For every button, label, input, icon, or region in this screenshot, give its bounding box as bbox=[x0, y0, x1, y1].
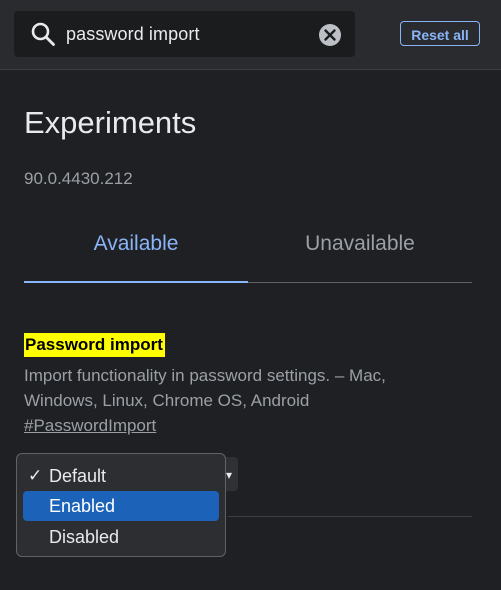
search-box[interactable]: password import bbox=[14, 11, 355, 57]
page-title: Experiments bbox=[24, 105, 197, 140]
flag-divider bbox=[228, 516, 472, 517]
chevron-down-icon: ▾ bbox=[226, 468, 233, 482]
flag-name: Password import bbox=[24, 333, 165, 357]
check-icon: ✓ bbox=[28, 466, 43, 485]
option-label: Default bbox=[49, 466, 107, 486]
tab-available[interactable]: Available bbox=[24, 232, 248, 256]
option-label: Disabled bbox=[49, 527, 120, 547]
option-default[interactable]: ✓ Default bbox=[23, 461, 219, 491]
active-tab-indicator bbox=[24, 281, 248, 283]
search-icon bbox=[31, 22, 55, 46]
flag-permalink[interactable]: #PasswordImport bbox=[24, 416, 156, 436]
flag-description: Import functionality in password setting… bbox=[24, 366, 386, 410]
reset-all-button[interactable]: Reset all bbox=[400, 21, 480, 46]
flag-options-menu: ✓ Default Enabled Disabled bbox=[16, 453, 226, 557]
option-enabled[interactable]: Enabled bbox=[23, 491, 219, 521]
clear-icon[interactable] bbox=[318, 23, 342, 47]
tab-unavailable[interactable]: Unavailable bbox=[248, 232, 472, 256]
option-label: Enabled bbox=[49, 496, 116, 516]
option-disabled[interactable]: Disabled bbox=[23, 522, 219, 552]
search-input[interactable]: password import bbox=[66, 24, 200, 45]
search-header: password import Reset all bbox=[0, 0, 501, 70]
version-label: 90.0.4430.212 bbox=[24, 169, 133, 188]
